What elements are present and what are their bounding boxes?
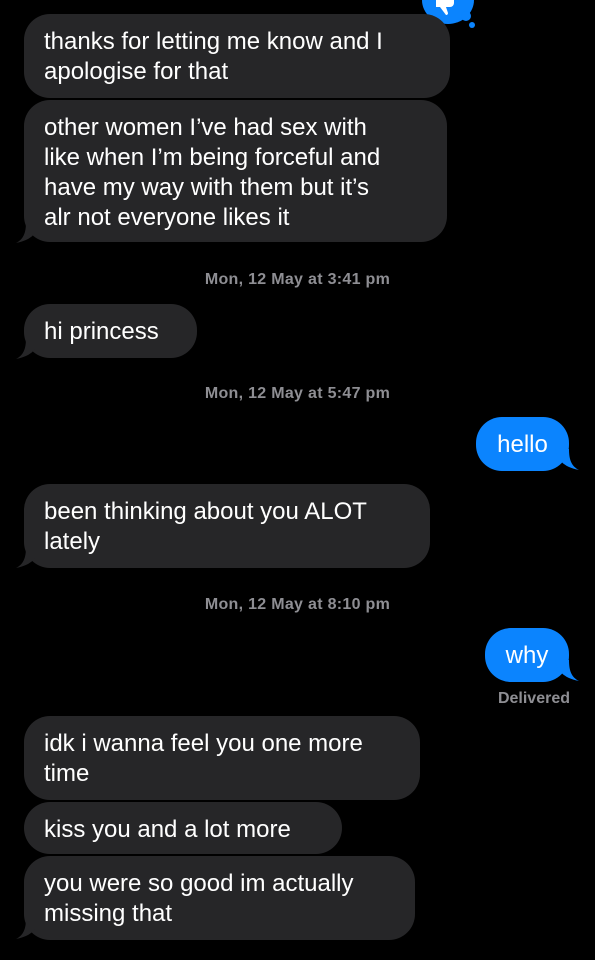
timestamp: Mon, 12 May at 5:47 pm bbox=[204, 385, 391, 402]
timestamp: Mon, 12 May at 3:41 pm bbox=[204, 271, 391, 288]
incoming-message-bubble[interactable]: other women I’ve had sex with like when … bbox=[24, 100, 447, 242]
incoming-message-bubble[interactable]: hi princess bbox=[24, 304, 197, 358]
outgoing-bubble-tail bbox=[555, 660, 579, 681]
outgoing-bubble-tail bbox=[555, 449, 579, 470]
incoming-bubble-tail bbox=[16, 338, 40, 359]
incoming-message-bubble[interactable]: kiss you and a lot more bbox=[24, 802, 342, 854]
incoming-message-bubble[interactable]: thanks for letting me know and I apologi… bbox=[24, 14, 450, 98]
incoming-bubble-tail bbox=[16, 222, 40, 243]
timestamp: Mon, 12 May at 8:10 pm bbox=[204, 596, 391, 613]
incoming-message-bubble[interactable]: been thinking about you ALOT lately bbox=[24, 484, 430, 568]
incoming-bubble-tail bbox=[16, 918, 40, 939]
incoming-message-bubble[interactable]: you were so good im actually missing tha… bbox=[24, 856, 415, 940]
incoming-bubble-tail bbox=[16, 547, 40, 568]
incoming-message-bubble[interactable]: idk i wanna feel you one more time bbox=[24, 716, 420, 800]
delivery-status: Delivered bbox=[497, 690, 570, 707]
